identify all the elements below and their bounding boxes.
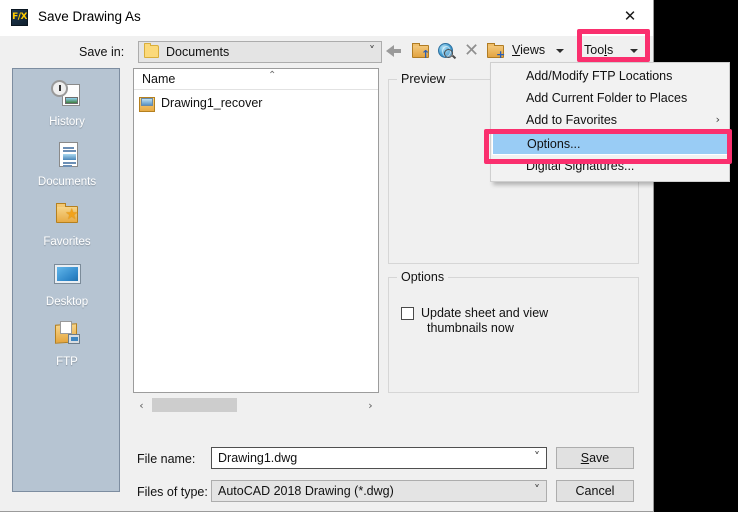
save-in-label: Save in:	[79, 45, 125, 59]
delete-icon[interactable]: ✕	[461, 40, 483, 62]
sidebar-item-documents[interactable]: Documents	[13, 139, 121, 188]
scroll-right-icon[interactable]: ›	[362, 397, 379, 414]
search-web-icon[interactable]	[436, 40, 458, 62]
screenshot-root: F/X Save Drawing As ✕ Save in: Documents…	[0, 0, 738, 512]
scrollbar-thumb[interactable]	[152, 398, 237, 412]
favorites-icon: ★	[50, 199, 84, 229]
files-of-type-value: AutoCAD 2018 Drawing (*.dwg)	[218, 484, 394, 498]
folder-icon	[144, 43, 159, 58]
sidebar-item-label: History	[49, 116, 85, 128]
sidebar-item-history[interactable]: History	[13, 79, 121, 128]
sidebar-item-label: Favorites	[43, 236, 91, 248]
menu-item-add-current-folder-to-places[interactable]: Add Current Folder to Places	[492, 88, 730, 110]
autocad-fx-icon: F/X	[11, 9, 28, 26]
save-label-rest: ave	[589, 451, 610, 465]
save-in-combobox[interactable]: Documents ˅	[138, 41, 382, 63]
list-item-label: Drawing1_recover	[161, 96, 263, 110]
window-title: Save Drawing As	[38, 9, 141, 24]
file-name-input[interactable]: Drawing1.dwg ˅	[211, 447, 547, 469]
views-label-rest: iews	[520, 43, 546, 57]
file-list-header[interactable]: Name ⌃	[134, 69, 378, 90]
update-thumbnails-checkbox[interactable]	[401, 307, 414, 320]
chevron-down-icon[interactable]: ˅	[534, 450, 540, 464]
menu-item-label: Add/Modify FTP Locations	[526, 69, 673, 83]
sidebar-item-favorites[interactable]: ★ Favorites	[13, 199, 121, 248]
places-bar: History Documents ★ Favorites Desktop FT…	[12, 68, 120, 492]
views-chevron-down-icon[interactable]	[556, 49, 564, 53]
submenu-chevron-right-icon: ›	[715, 113, 720, 126]
chevron-down-icon: ˅	[369, 44, 375, 58]
sort-ascending-icon: ⌃	[268, 70, 277, 81]
tools-dropdown-menu: Add/Modify FTP Locations Add Current Fol…	[490, 62, 730, 182]
menu-item-add-modify-ftp-locations[interactable]: Add/Modify FTP Locations	[492, 66, 730, 88]
options-groupbox: Options Update sheet and view thumbnails…	[388, 270, 639, 393]
file-list-horizontal-scrollbar[interactable]: ‹ ›	[133, 397, 379, 414]
file-name-value: Drawing1.dwg	[218, 451, 298, 465]
menu-item-label: Add to Favorites	[526, 113, 618, 127]
documents-icon	[50, 139, 84, 169]
scroll-left-icon[interactable]: ‹	[133, 397, 150, 414]
save-button[interactable]: Save	[556, 447, 634, 469]
close-icon[interactable]: ✕	[607, 0, 653, 31]
sidebar-item-desktop[interactable]: Desktop	[13, 259, 121, 308]
title-bar: F/X Save Drawing As ✕	[0, 0, 653, 36]
ftp-icon	[50, 319, 84, 349]
sidebar-item-label: Documents	[37, 176, 97, 188]
file-list[interactable]: Name ⌃ Drawing1_recover	[133, 68, 379, 393]
views-dropdown-button[interactable]: Views	[512, 43, 545, 57]
options-group-title: Options	[397, 270, 449, 284]
files-of-type-label: Files of type:	[137, 485, 208, 499]
up-one-level-icon[interactable]: ↑	[411, 40, 433, 62]
checkbox-label-line1: Update sheet and view	[421, 306, 549, 320]
sidebar-item-label: FTP	[56, 356, 78, 368]
cancel-button[interactable]: Cancel	[556, 480, 634, 502]
annotation-highlight-tools-button	[577, 29, 650, 62]
save-label-underline: S	[580, 451, 590, 465]
chevron-down-icon[interactable]: ˅	[534, 483, 540, 497]
save-in-value: Documents	[166, 45, 230, 59]
history-icon	[50, 79, 84, 109]
menu-item-label: Add Current Folder to Places	[526, 91, 688, 105]
sidebar-item-ftp[interactable]: FTP	[13, 319, 121, 368]
create-new-folder-icon[interactable]: +	[486, 40, 508, 62]
dwg-file-icon	[139, 97, 155, 112]
files-of-type-combobox[interactable]: AutoCAD 2018 Drawing (*.dwg) ˅	[211, 480, 547, 502]
annotation-highlight-options-menu-item	[484, 129, 732, 164]
sidebar-item-label: Desktop	[45, 296, 89, 308]
column-header-name[interactable]: Name	[142, 72, 175, 86]
update-thumbnails-label: Update sheet and view thumbnails now	[421, 306, 581, 336]
checkbox-label-line2: thumbnails now	[427, 321, 514, 335]
desktop-icon	[50, 259, 84, 289]
file-name-label: File name:	[137, 452, 196, 466]
preview-group-title: Preview	[397, 72, 450, 86]
views-label-underline: V	[512, 43, 521, 57]
back-icon[interactable]	[386, 40, 408, 62]
